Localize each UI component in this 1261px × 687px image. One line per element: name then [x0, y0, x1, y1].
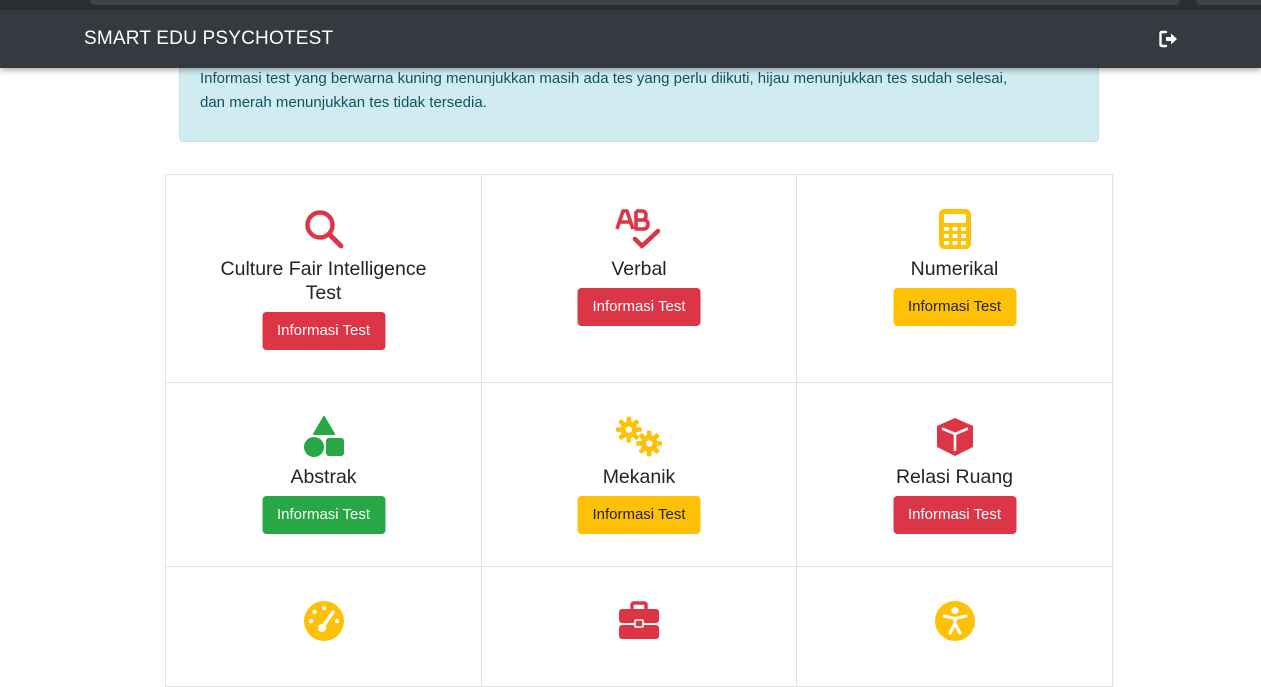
browser-bar [90, 0, 1180, 5]
info-test-button[interactable]: Informasi Test [577, 288, 701, 326]
search-icon [300, 205, 348, 253]
test-card-mekanik: Mekanik Informasi Test [481, 382, 797, 567]
briefcase-icon [615, 597, 663, 645]
calculator-icon [931, 205, 979, 253]
test-title: Culture Fair Intelligence Test [220, 258, 427, 304]
test-card-8 [481, 566, 797, 687]
info-test-button[interactable]: Informasi Test [577, 496, 701, 534]
tachometer-icon [300, 597, 348, 645]
test-title: Verbal [611, 258, 667, 280]
info-test-button[interactable]: Informasi Test [262, 496, 385, 534]
test-title: Mekanik [602, 466, 676, 488]
navbar: SMART EDU PSYCHOTEST [0, 10, 1261, 68]
shapes-icon [300, 413, 348, 461]
test-card-7 [165, 566, 482, 687]
test-card-cfit: Culture Fair Intelligence Test Informasi… [165, 174, 482, 383]
test-title: Numerikal [910, 258, 999, 280]
alert-text-line-2: dan merah menunjukkan tes tidak tersedia… [200, 94, 487, 111]
test-card-9 [796, 566, 1113, 687]
alert-text-line-1: Informasi test yang berwarna kuning menu… [200, 70, 1008, 87]
info-test-button[interactable]: Informasi Test [893, 288, 1016, 326]
browser-top-strip [0, 0, 1261, 10]
brand-title[interactable]: SMART EDU PSYCHOTEST [84, 28, 333, 50]
test-card-relasi-ruang: Relasi Ruang Informasi Test [796, 382, 1113, 567]
test-card-abstrak: Abstrak Informasi Test [165, 382, 482, 567]
cogs-icon [615, 413, 663, 461]
accessibility-icon [931, 597, 979, 645]
sign-out-icon[interactable] [1159, 30, 1179, 48]
test-title: Relasi Ruang [895, 466, 1014, 488]
cube-icon [931, 413, 979, 461]
test-title: Abstrak [290, 466, 357, 488]
browser-bar-right [1196, 0, 1261, 5]
test-card-verbal: Verbal Informasi Test [481, 174, 797, 383]
test-card-numerikal: Numerikal Informasi Test [796, 174, 1113, 383]
test-grid: Culture Fair Intelligence Test Informasi… [165, 174, 1113, 687]
info-test-button[interactable]: Informasi Test [893, 496, 1016, 534]
spell-check-icon [615, 205, 663, 253]
info-test-button[interactable]: Informasi Test [262, 312, 385, 350]
